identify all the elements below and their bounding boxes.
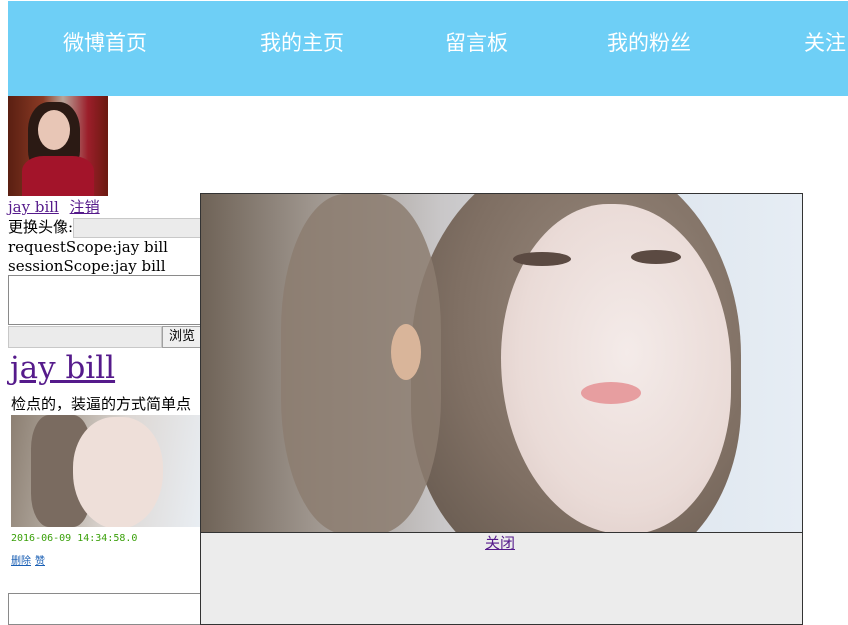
post-author-link[interactable]: jay bill xyxy=(10,350,115,386)
file-path-field[interactable] xyxy=(8,326,162,348)
post-image[interactable] xyxy=(11,415,201,527)
post-timestamp: 2016-06-09 14:34:58.0 xyxy=(11,533,138,544)
image-preview-modal: 关闭 xyxy=(200,193,803,625)
nav-item-following[interactable]: 关注 xyxy=(804,27,846,57)
user-links: jay bill 注销 xyxy=(8,196,106,217)
username-link[interactable]: jay bill xyxy=(8,198,59,216)
user-avatar xyxy=(8,96,108,196)
like-link[interactable]: 赞 xyxy=(35,556,45,567)
request-scope-text: requestScope:jay bill xyxy=(8,238,168,256)
nav-item-message-board[interactable]: 留言板 xyxy=(445,27,508,57)
logout-link[interactable]: 注销 xyxy=(70,198,100,216)
enlarged-image xyxy=(201,194,802,533)
change-avatar-label: 更换头像: xyxy=(8,218,74,236)
browse-button[interactable]: 浏览 xyxy=(162,326,203,348)
post-textarea[interactable] xyxy=(8,275,210,325)
close-modal-link[interactable]: 关闭 xyxy=(485,532,515,553)
session-scope-text: sessionScope:jay bill xyxy=(8,257,166,275)
post-actions: 删除赞 xyxy=(11,552,49,567)
comment-input[interactable] xyxy=(8,593,210,625)
image-upload-row: 浏览 xyxy=(8,326,203,348)
post-content: 检点的，装逼的方式简单点 xyxy=(11,395,192,413)
delete-link[interactable]: 删除 xyxy=(11,556,31,567)
nav-item-my-fans[interactable]: 我的粉丝 xyxy=(607,27,691,57)
nav-item-my-homepage[interactable]: 我的主页 xyxy=(260,27,344,57)
nav-item-weibo-home[interactable]: 微博首页 xyxy=(63,27,147,57)
top-nav-bar: 微博首页 我的主页 留言板 我的粉丝 关注 xyxy=(8,1,848,96)
